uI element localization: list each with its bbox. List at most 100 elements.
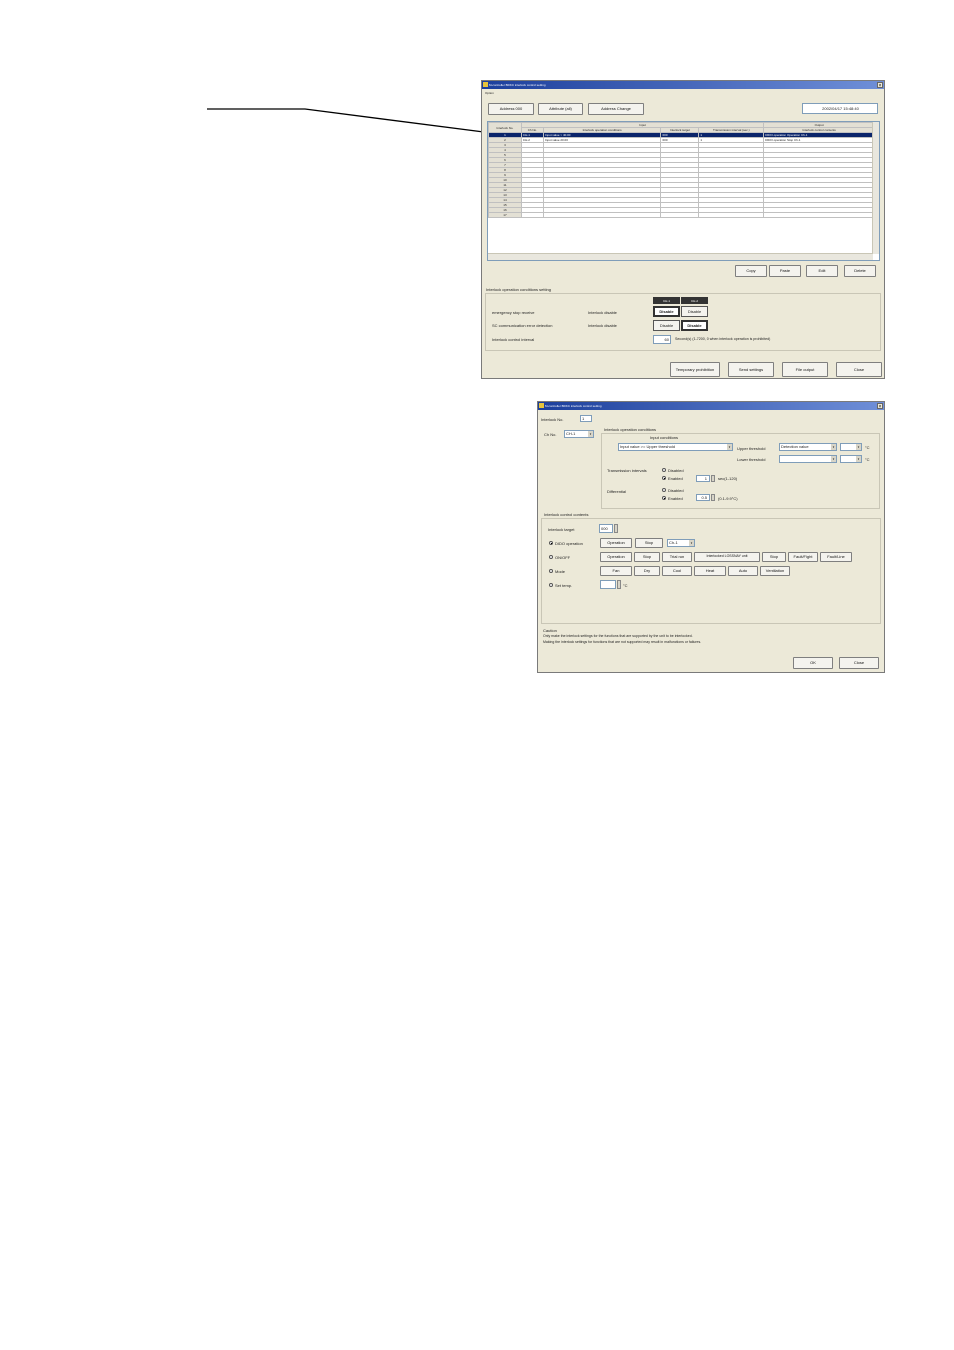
mode-heat-button[interactable]: Heat <box>694 566 726 576</box>
dialog-titlebar: M-controller BDKC interlock control sett… <box>538 402 884 410</box>
copy-button[interactable]: Copy <box>735 265 767 277</box>
transmission-enabled-radio[interactable] <box>662 476 666 480</box>
differential-note: (0.1-9.9°C) <box>718 496 738 501</box>
dialog-close-button[interactable]: Close <box>839 657 879 669</box>
upper-threshold-select[interactable]: Detection value ▾ <box>779 443 837 451</box>
lower-threshold-unit: °C <box>865 457 870 462</box>
set-temp-input[interactable] <box>600 580 616 589</box>
tab-address[interactable]: Address 000 <box>488 103 534 115</box>
chevron-down-icon: ▾ <box>831 444 836 450</box>
dido-label: DIDO operation <box>555 541 583 546</box>
emergency-ch2-disable-toggle[interactable]: Disable <box>681 306 708 317</box>
onoff-operation-button[interactable]: Operation <box>600 552 632 562</box>
mode-radio[interactable] <box>549 569 553 573</box>
dialog-close-icon[interactable]: × <box>877 403 883 410</box>
mode-auto-button[interactable]: Auto <box>728 566 758 576</box>
table-vertical-scrollbar[interactable] <box>872 122 879 254</box>
mode-dry-button[interactable]: Dry <box>634 566 660 576</box>
set-temp-spinner[interactable] <box>617 580 621 589</box>
dido-radio[interactable] <box>549 541 553 545</box>
target-label: Interlock target <box>548 527 575 532</box>
target-spinner[interactable] <box>614 524 618 533</box>
dido-ch-value: Ch-1 <box>669 540 678 545</box>
sc-ch1-disable-toggle[interactable]: Disable <box>653 320 680 331</box>
onoff-label: ON/OFF <box>555 555 571 560</box>
file-output-button[interactable]: File output <box>782 362 828 377</box>
onoff-lossnay-button[interactable]: Interlocked LOSSNAY unit <box>694 552 760 562</box>
input-conditions-title: Input conditions <box>650 435 679 440</box>
emergency-stop-label: emergency stop receive <box>492 310 535 315</box>
dialog-app-icon <box>539 403 544 408</box>
emergency-stop-sublabel: Interlock disable <box>588 310 617 315</box>
differential-enabled-label: Enabled <box>668 496 683 501</box>
set-temp-label: Set temp. <box>555 583 573 588</box>
onoff-fault-line-button[interactable]: Fault/Line <box>820 552 852 562</box>
close-icon[interactable]: × <box>877 82 883 89</box>
mode-fan-button[interactable]: Fan <box>600 566 632 576</box>
control-interval-note: Second(s) (1-7200, 0 when interlock oper… <box>675 337 771 341</box>
chevron-down-icon: ▾ <box>689 540 694 546</box>
delete-button[interactable]: Delete <box>844 265 876 277</box>
transmission-disabled-label: Disabled <box>668 468 684 473</box>
input-condition-select[interactable]: Input value >= Upper threshold ▾ <box>618 443 733 451</box>
onoff-stop-button[interactable]: Stop <box>634 552 660 562</box>
lower-threshold-select[interactable]: ▾ <box>779 455 837 463</box>
main-title: M-controller BDKC interlock control sett… <box>489 83 546 87</box>
row-no: 17 <box>488 212 522 218</box>
target-input[interactable]: 000 <box>599 524 613 533</box>
control-group-title: Interlock control contents <box>544 512 589 517</box>
set-temp-unit: °C <box>623 583 628 588</box>
main-window: M-controller BDKC interlock control sett… <box>481 80 885 379</box>
paste-button[interactable]: Paste <box>769 265 801 277</box>
dido-stop-button[interactable]: Stop <box>635 538 663 548</box>
emergency-ch1-disable-toggle[interactable]: Disable <box>653 306 680 317</box>
differential-enabled-radio[interactable] <box>662 496 666 500</box>
onoff-fault-fight-button[interactable]: Fault/Fight <box>788 552 818 562</box>
row-interval <box>698 212 765 218</box>
sc-error-label: SC communication error detection <box>492 323 553 328</box>
menu-option[interactable]: Option <box>485 92 494 95</box>
caution-line1: Only make the interlock settings for the… <box>543 634 693 638</box>
main-close-button[interactable]: Close <box>836 362 882 377</box>
lower-threshold-label: Lower threshold <box>737 457 766 462</box>
edit-button[interactable]: Edit <box>806 265 838 277</box>
edit-dialog: M-controller BDKC interlock control sett… <box>537 401 885 673</box>
transmission-spinner[interactable] <box>711 475 715 482</box>
ch-no-value: CH-1 <box>566 431 576 436</box>
sc-ch2-disable-toggle[interactable]: Disable <box>681 320 708 331</box>
upper-threshold-label: Upper threshold <box>737 446 766 451</box>
tab-address-change[interactable]: Address Change <box>588 103 644 115</box>
onoff-radio[interactable] <box>549 555 553 559</box>
dido-ch-select[interactable]: Ch-1 ▾ <box>667 539 695 547</box>
control-interval-input[interactable]: 60 <box>653 335 671 344</box>
dialog-ok-button[interactable]: OK <box>793 657 833 669</box>
differential-input[interactable]: 0.5 <box>696 494 710 501</box>
onoff-stop2-button[interactable]: Stop <box>762 552 786 562</box>
set-temp-radio[interactable] <box>549 583 553 587</box>
differential-spinner[interactable] <box>711 494 715 501</box>
mode-cool-button[interactable]: Cool <box>662 566 692 576</box>
tab-attribute[interactable]: Attribute (all) <box>538 103 583 115</box>
row-cond <box>542 212 662 218</box>
mode-ventilation-button[interactable]: Ventilation <box>760 566 790 576</box>
ch-no-select[interactable]: CH-1 ▾ <box>564 430 594 438</box>
ch1-header: CH-1 <box>653 297 680 304</box>
lower-threshold-number[interactable]: ▾ <box>840 455 862 463</box>
table-horizontal-scrollbar[interactable] <box>488 253 873 260</box>
ch-no-label: Ch No. <box>544 432 557 437</box>
differential-disabled-radio[interactable] <box>662 488 666 492</box>
transmission-disabled-radio[interactable] <box>662 468 666 472</box>
dido-operation-button[interactable]: Operation <box>600 538 632 548</box>
input-condition-value: Input value >= Upper threshold <box>620 444 675 449</box>
interlock-table: Interlock No. Input Output Ch No. Interl… <box>488 122 875 218</box>
caution-line2: Making the interlock settings for functi… <box>543 640 702 644</box>
onoff-trial-run-button[interactable]: Trial run <box>662 552 692 562</box>
transmission-interval-input[interactable]: 1 <box>696 475 710 482</box>
send-settings-button[interactable]: Send settings <box>728 362 774 377</box>
differential-label: Differential <box>607 489 627 494</box>
mode-label: Mode <box>555 569 566 574</box>
upper-threshold-number[interactable]: ▾ <box>840 443 862 451</box>
temporary-prohibition-button[interactable]: Temporary prohibition <box>670 362 720 377</box>
caution-title: Caution <box>543 628 557 633</box>
table-row[interactable]: 17 <box>488 212 875 218</box>
